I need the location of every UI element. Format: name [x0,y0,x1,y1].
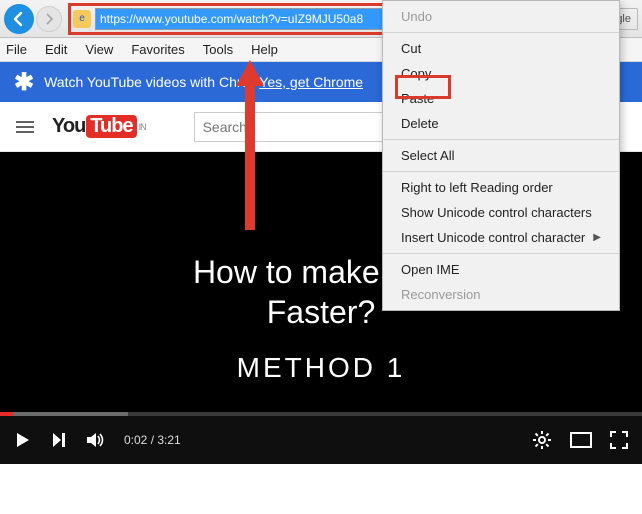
ctx-copy[interactable]: Copy [383,61,619,86]
menu-favorites[interactable]: Favorites [131,42,184,57]
menu-tools[interactable]: Tools [203,42,233,57]
hamburger-icon[interactable] [16,121,34,133]
site-icon: e [73,10,91,28]
chevron-right-icon: ▶ [593,232,601,243]
next-button[interactable] [50,431,68,449]
play-button[interactable] [14,431,32,449]
asterisk-icon: ✱ [14,68,34,97]
forward-button[interactable] [36,6,62,32]
annotation-url-highlight: e [68,3,430,35]
ctx-cut[interactable]: Cut [383,36,619,61]
ctx-insert-unicode[interactable]: Insert Unicode control character▶ [383,225,619,250]
back-button[interactable] [4,4,34,34]
menu-edit[interactable]: Edit [45,42,67,57]
menu-view[interactable]: View [85,42,113,57]
ctx-show-unicode[interactable]: Show Unicode control characters [383,200,619,225]
settings-button[interactable] [532,430,552,450]
ctx-paste[interactable]: Paste [383,86,619,111]
context-menu: Undo Cut Copy Paste Delete Select All Ri… [382,0,620,311]
ctx-undo: Undo [383,4,619,29]
menu-file[interactable]: File [6,42,27,57]
fullscreen-button[interactable] [610,431,628,449]
volume-button[interactable] [86,431,106,449]
ctx-reconversion: Reconversion [383,282,619,307]
address-bar[interactable] [95,8,425,30]
ctx-delete[interactable]: Delete [383,111,619,136]
video-subtitle-overlay: METHOD 1 [0,352,642,384]
ctx-rtl[interactable]: Right to left Reading order [383,175,619,200]
search-input[interactable] [194,112,394,142]
promo-text: Watch YouTube videos with Chro [44,74,249,90]
ctx-open-ime[interactable]: Open IME [383,257,619,282]
theater-mode-button[interactable] [570,432,592,448]
ctx-select-all[interactable]: Select All [383,143,619,168]
menu-help[interactable]: Help [251,42,278,57]
youtube-logo[interactable]: YouTubeIN [52,115,146,138]
promo-link[interactable]: Yes, get Chrome [259,74,363,90]
time-display: 0:02 / 3:21 [124,433,181,447]
